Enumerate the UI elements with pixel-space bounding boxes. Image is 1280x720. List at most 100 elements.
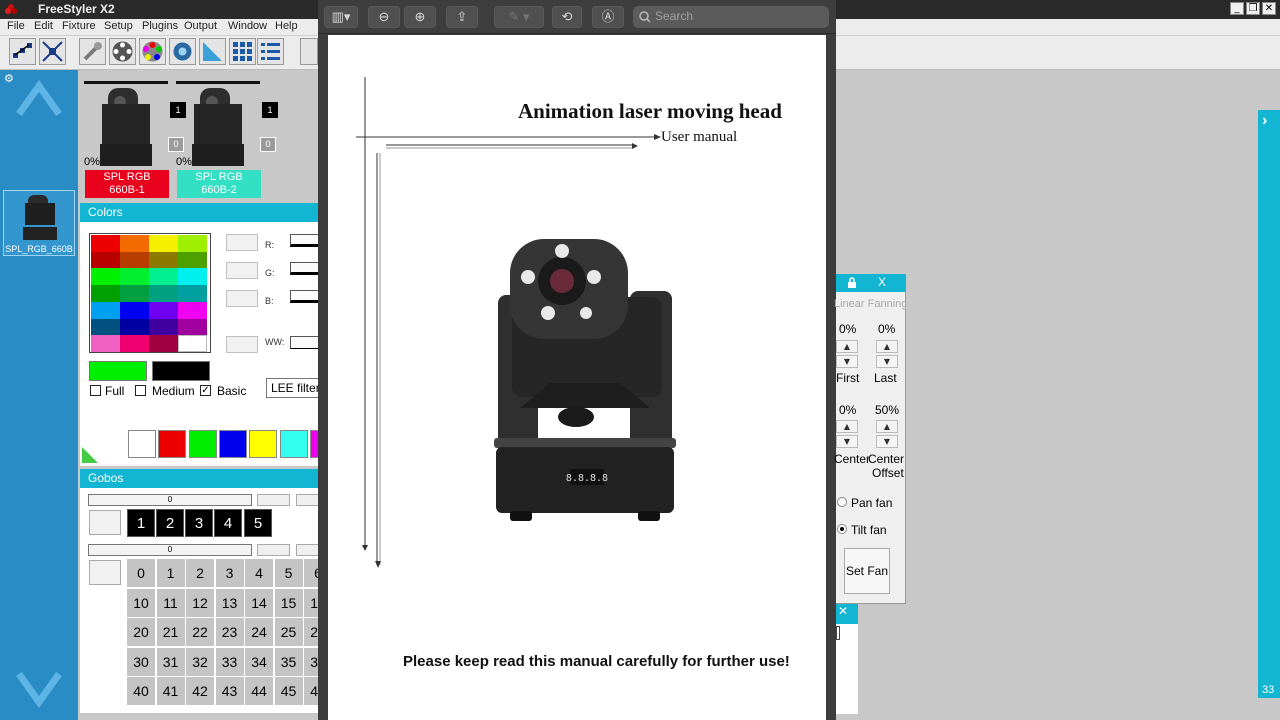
palette-color-swatch[interactable] — [120, 318, 149, 336]
palette-color-swatch[interactable] — [178, 251, 207, 269]
gobo-slot-button[interactable]: 46 — [304, 677, 318, 705]
gobo-wheel2-open-slot[interactable] — [89, 560, 121, 585]
gobo-slot-button[interactable]: 22 — [186, 618, 214, 646]
gobo-slot-button[interactable]: 44 — [245, 677, 273, 705]
annotate-icon[interactable]: Ⓐ — [592, 6, 624, 28]
green-value-box[interactable] — [226, 262, 258, 279]
gobo-slot-button[interactable]: 23 — [215, 618, 244, 646]
medium-checkbox[interactable] — [135, 385, 146, 396]
settings-gear-icon[interactable]: ⚙ — [4, 72, 14, 85]
center-down-button[interactable]: ▼ — [836, 435, 858, 448]
blue-value-box[interactable] — [226, 290, 258, 307]
green-slider[interactable] — [290, 262, 318, 275]
more-tools-icon[interactable] — [300, 38, 318, 65]
palette-color-swatch[interactable] — [149, 235, 178, 252]
red-value-box[interactable] — [226, 234, 258, 251]
quick-color-button[interactable] — [188, 430, 217, 458]
last-up-button[interactable]: ▲ — [876, 340, 898, 353]
color-wheel-icon[interactable] — [139, 38, 166, 65]
gobo-slot-button[interactable]: 34 — [245, 647, 273, 676]
palette-color-swatch[interactable] — [178, 335, 207, 353]
search-field[interactable]: Search — [633, 6, 829, 28]
palette-color-swatch[interactable] — [120, 251, 149, 269]
gobo-wheel1-slider[interactable]: 0 — [88, 494, 252, 506]
gobo-wheel1-open-slot[interactable] — [89, 510, 121, 535]
gobo-slot-button[interactable]: 43 — [215, 677, 244, 705]
secondary-color-swatch[interactable] — [152, 361, 210, 381]
quick-color-button[interactable] — [279, 430, 308, 458]
palette-color-swatch[interactable] — [178, 318, 207, 336]
quick-color-button[interactable] — [218, 430, 247, 458]
palette-color-swatch[interactable] — [149, 301, 178, 319]
menu-fixture[interactable]: Fixture — [62, 20, 96, 32]
palette-color-swatch[interactable] — [91, 235, 120, 252]
beam-icon[interactable] — [169, 38, 196, 65]
fixture-name-label[interactable]: SPL RGB 660B-2 — [177, 170, 261, 198]
menu-plugins[interactable]: Plugins — [142, 20, 178, 32]
scroll-down-icon[interactable] — [16, 668, 62, 708]
menu-help[interactable]: Help — [275, 20, 298, 32]
zoom-out-icon[interactable]: ⊖ — [368, 6, 400, 28]
gobo-button-3[interactable]: 3 — [185, 509, 213, 537]
gobo-slot-button[interactable]: 2 — [186, 559, 214, 587]
gobo-slot-button[interactable]: 35 — [274, 647, 303, 676]
gobo-slot-button[interactable]: 20 — [127, 618, 155, 646]
minimize-button[interactable]: _ — [1230, 2, 1244, 15]
gobo-slot-button[interactable]: 45 — [274, 677, 303, 705]
center-offset-down-button[interactable]: ▼ — [876, 435, 898, 448]
colors-panel-header[interactable]: Colors — [80, 203, 318, 222]
quick-color-button[interactable] — [158, 430, 187, 458]
gobo-slot-button[interactable]: 0 — [127, 559, 155, 587]
gobo-button-2[interactable]: 2 — [156, 509, 184, 537]
palette-color-swatch[interactable] — [178, 285, 207, 303]
quick-color-button[interactable] — [128, 430, 156, 458]
palette-color-swatch[interactable] — [178, 301, 207, 319]
document-page[interactable]: Animation laser moving head User manual … — [328, 35, 826, 720]
gobo-slot-button[interactable]: 41 — [156, 677, 185, 705]
rotate-icon[interactable]: ⟲ — [552, 6, 582, 28]
gobo-slot-button[interactable]: 26 — [304, 618, 318, 646]
primary-color-swatch[interactable] — [89, 361, 147, 381]
ww-value-box[interactable] — [226, 336, 258, 353]
gobo-slot-button[interactable]: 30 — [127, 647, 155, 676]
palette-color-swatch[interactable] — [91, 335, 120, 353]
palette-color-swatch[interactable] — [91, 318, 120, 336]
palette-color-swatch[interactable] — [120, 235, 149, 252]
gobo-wheel2-shake-button[interactable] — [296, 544, 318, 556]
gobo-wheel-icon[interactable] — [109, 38, 136, 65]
wrench-icon[interactable] — [79, 38, 106, 65]
palette-color-swatch[interactable] — [178, 235, 207, 252]
gobo-slot-button[interactable]: 6 — [304, 559, 318, 587]
close-button[interactable]: ✕ — [1262, 2, 1276, 15]
scroll-up-icon[interactable] — [16, 80, 62, 120]
fixtures-icon[interactable] — [9, 38, 36, 65]
gobo-slot-button[interactable]: 11 — [156, 588, 185, 617]
palette-color-swatch[interactable] — [120, 301, 149, 319]
pan-fan-radio[interactable] — [837, 497, 847, 507]
palette-color-swatch[interactable] — [91, 251, 120, 269]
last-down-button[interactable]: ▼ — [876, 355, 898, 368]
collapsed-panel-close-icon[interactable]: ✕ — [836, 604, 858, 624]
menu-window[interactable]: Window — [228, 20, 267, 32]
share-icon[interactable]: ⇪ — [446, 6, 478, 28]
fanning-panel-header[interactable]: X — [836, 274, 906, 292]
gobo-slot-button[interactable]: 1 — [156, 559, 185, 587]
fixture-name-label[interactable]: SPL RGB 660B-1 — [85, 170, 169, 198]
sidebar-toggle-icon[interactable]: ▥▾ — [324, 6, 358, 28]
fixture-tile[interactable]: 0% 1 0 SPL RGB 660B-1 — [78, 70, 186, 200]
palette-color-swatch[interactable] — [120, 285, 149, 303]
gobo-slot-button[interactable]: 4 — [245, 559, 273, 587]
gobo-slot-button[interactable]: 24 — [245, 618, 273, 646]
gobo-slot-button[interactable]: 40 — [127, 677, 155, 705]
menu-file[interactable]: File — [7, 20, 25, 32]
fanning-close-icon[interactable]: X — [878, 275, 886, 289]
palette-color-swatch[interactable] — [91, 285, 120, 303]
full-checkbox[interactable] — [90, 385, 101, 396]
lock-icon[interactable] — [846, 277, 858, 289]
red-slider[interactable] — [290, 234, 318, 247]
basic-checkbox[interactable]: ✓ — [200, 385, 211, 396]
scan-icon[interactable] — [39, 38, 66, 65]
gobo-slot-button[interactable]: 13 — [215, 588, 244, 617]
collapsed-panel-control[interactable] — [836, 626, 840, 640]
menu-edit[interactable]: Edit — [34, 20, 53, 32]
